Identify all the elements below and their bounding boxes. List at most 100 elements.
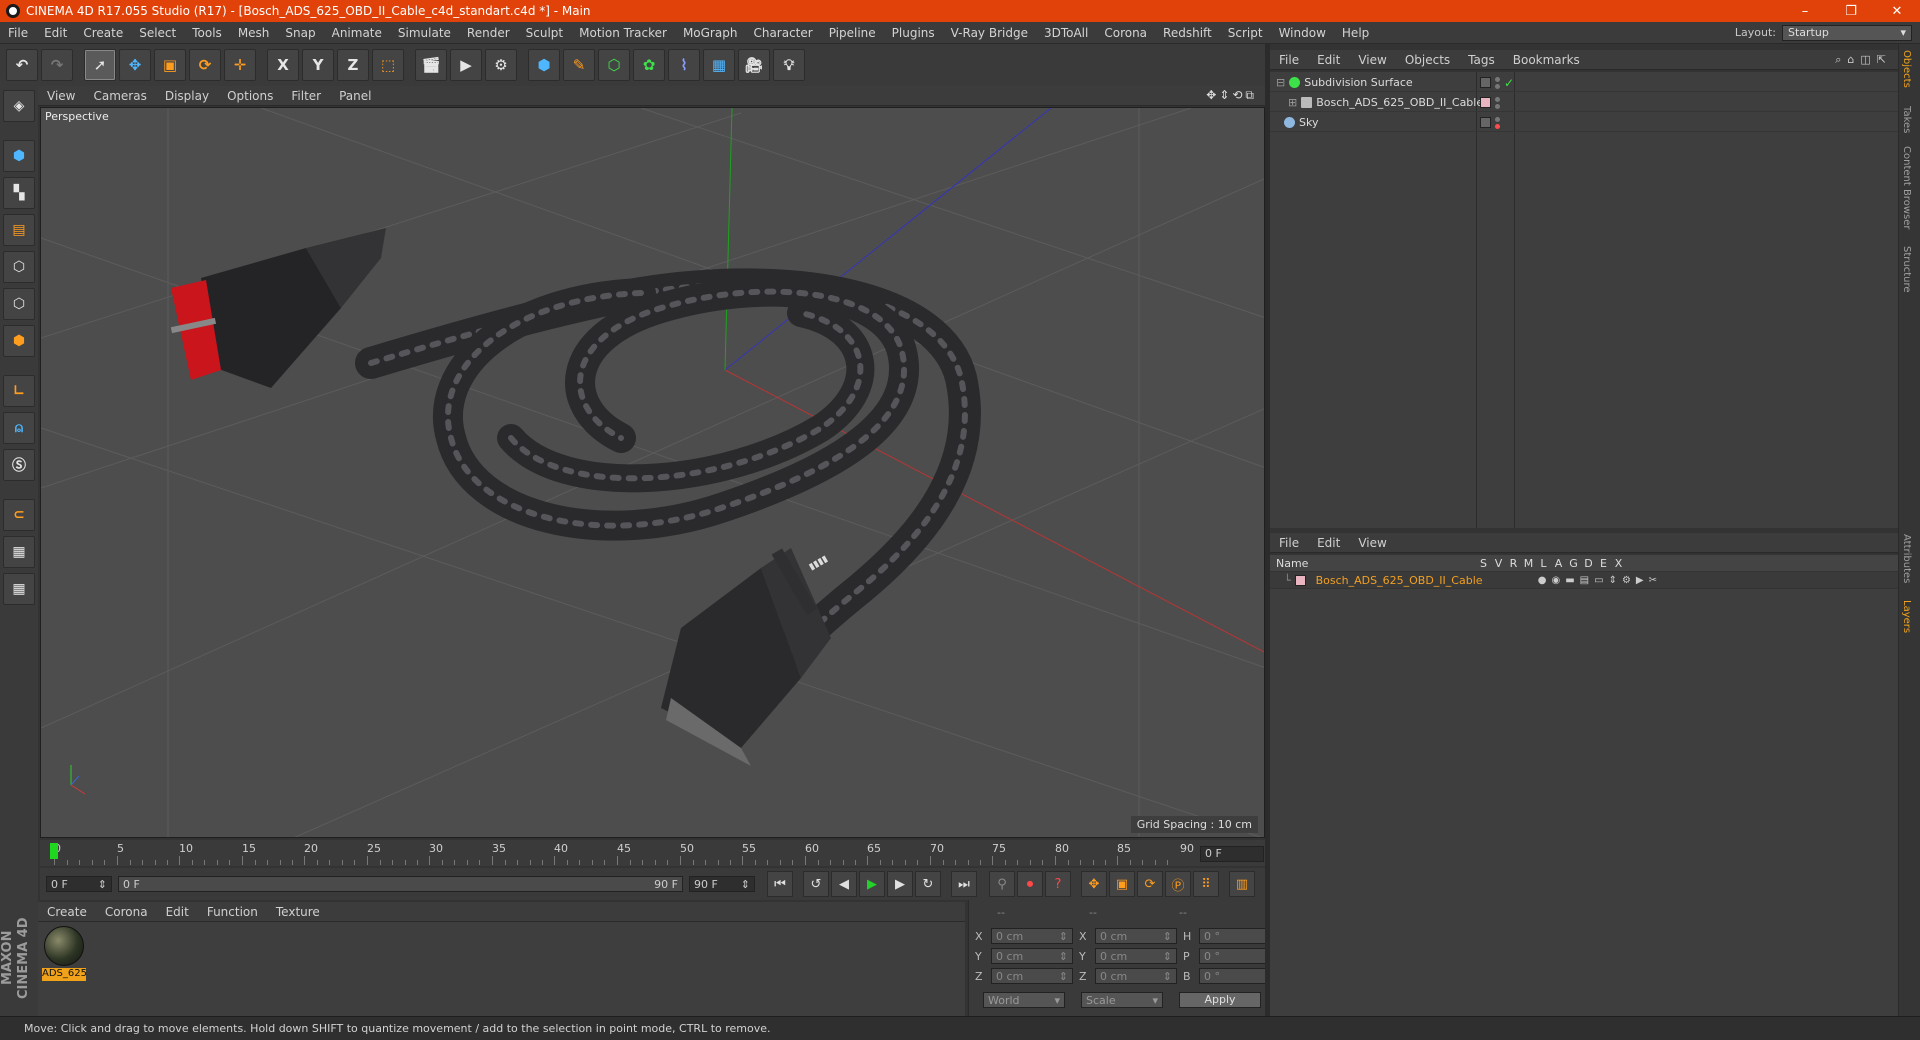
layer-col-locked[interactable]: L — [1536, 557, 1551, 570]
viewport-menu-filter[interactable]: Filter — [282, 89, 330, 103]
tab-attributes[interactable]: Attributes — [1901, 534, 1912, 583]
tab-structure[interactable]: Structure — [1901, 246, 1912, 293]
key-scale-button[interactable]: ▣ — [1109, 871, 1135, 897]
next-frame-button[interactable]: ▶︎ — [887, 871, 913, 897]
layer-col-render[interactable]: R — [1506, 557, 1521, 570]
menu-redshift[interactable]: Redshift — [1155, 26, 1220, 40]
layer-row[interactable]: └ Bosch_ADS_625_OBD_II_Cable ●◉▬▤▭⇕⚙▶✂ — [1270, 572, 1898, 588]
menu-mesh[interactable]: Mesh — [230, 26, 278, 40]
menu-file[interactable]: File — [0, 26, 36, 40]
move-tool-button[interactable]: ✥ — [119, 49, 151, 81]
play-button[interactable]: ▶︎ — [859, 871, 885, 897]
menu-edit[interactable]: Edit — [36, 26, 75, 40]
layer-color-checkbox[interactable] — [1480, 97, 1491, 108]
z-axis-lock-button[interactable]: Z — [337, 49, 369, 81]
layer-checkbox[interactable] — [1480, 77, 1491, 88]
workplane-lock-button[interactable]: ▦ — [3, 536, 35, 568]
model-mode-button[interactable]: ⬢ — [3, 140, 35, 172]
go-to-start-button[interactable]: ⏮︎ — [767, 871, 793, 897]
magnet-button[interactable]: ⊂ — [3, 499, 35, 531]
layer-checkbox[interactable] — [1480, 117, 1491, 128]
autokeying-button[interactable]: ⏺︎ — [1017, 871, 1043, 897]
menu-script[interactable]: Script — [1220, 26, 1271, 40]
polygons-mode-button[interactable]: ⬢ — [3, 325, 35, 357]
size-mode-dropdown[interactable]: Scale ▾ — [1081, 992, 1163, 1008]
viewport-menu-panel[interactable]: Panel — [330, 89, 380, 103]
menu-window[interactable]: Window — [1271, 26, 1334, 40]
render-visibility-dot[interactable] — [1495, 123, 1500, 129]
rotate-tool-button[interactable]: ⟳ — [189, 49, 221, 81]
key-rotation-button[interactable]: ⟳ — [1137, 871, 1163, 897]
menu-tools[interactable]: Tools — [184, 26, 230, 40]
make-editable-button[interactable]: ◈ — [3, 90, 35, 122]
deformer-button[interactable]: ⌇ — [668, 49, 700, 81]
previous-key-button[interactable]: ↺ — [803, 871, 829, 897]
transform-tool-button[interactable]: ✛ — [224, 49, 256, 81]
pen-spline-button[interactable]: ✎ — [563, 49, 595, 81]
material-menu-edit[interactable]: Edit — [157, 905, 198, 919]
perspective-viewport[interactable]: ▮▮▮▮ Perspective Grid Spacing : 10 cm — [40, 107, 1265, 838]
viewport-menu-options[interactable]: Options — [218, 89, 282, 103]
objects-menu-file[interactable]: File — [1270, 53, 1308, 67]
menu-vray-bridge[interactable]: V-Ray Bridge — [943, 26, 1036, 40]
layers-menu-file[interactable]: File — [1270, 536, 1308, 550]
layers-menu-edit[interactable]: Edit — [1308, 536, 1349, 550]
render-view-button[interactable]: 🎬︎ — [415, 49, 447, 81]
material-menu-create[interactable]: Create — [38, 905, 96, 919]
camera-button[interactable]: 🎥︎ — [738, 49, 770, 81]
x-axis-lock-button[interactable]: X — [267, 49, 299, 81]
object-row-sky[interactable]: Sky — [1270, 114, 1898, 132]
viewport-navigation-icons[interactable]: ✥⇕⟲⧉ — [1206, 88, 1265, 103]
menu-help[interactable]: Help — [1334, 26, 1377, 40]
layer-col-deformers[interactable]: D — [1581, 557, 1596, 570]
layer-col-expressions[interactable]: E — [1596, 557, 1611, 570]
cloner-button[interactable]: ✿ — [633, 49, 665, 81]
workplane-align-button[interactable]: ▦ — [3, 573, 35, 605]
previous-frame-button[interactable]: ◀︎ — [831, 871, 857, 897]
layer-color-swatch[interactable] — [1294, 574, 1306, 586]
menu-pipeline[interactable]: Pipeline — [821, 26, 884, 40]
object-row-subdivision-surface[interactable]: ⊟ Subdivision Surface ✓ — [1270, 74, 1898, 92]
menu-plugins[interactable]: Plugins — [884, 26, 943, 40]
object-manager-tool-icons[interactable]: ⌕⌂◫⇱ — [1835, 53, 1898, 67]
menu-select[interactable]: Select — [131, 26, 184, 40]
tab-content-browser[interactable]: Content Browser — [1901, 146, 1912, 229]
floor-button[interactable]: ▦ — [703, 49, 735, 81]
redo-button[interactable]: ↷ — [41, 49, 73, 81]
viewport-menu-display[interactable]: Display — [156, 89, 218, 103]
menu-simulate[interactable]: Simulate — [390, 26, 459, 40]
snap-button[interactable]: Ⓢ — [3, 449, 35, 481]
layer-col-view[interactable]: V — [1491, 557, 1506, 570]
enabled-check-icon[interactable]: ✓ — [1504, 76, 1514, 90]
layer-col-generators[interactable]: G — [1566, 557, 1581, 570]
key-parameter-button[interactable]: Ⓟ — [1165, 871, 1191, 897]
texture-mode-button[interactable]: ▚ — [3, 177, 35, 209]
menu-corona[interactable]: Corona — [1096, 26, 1155, 40]
coordinate-mode-dropdown[interactable]: World ▾ — [983, 992, 1065, 1008]
axis-mode-button[interactable]: ∟ — [3, 375, 35, 407]
size-z-field[interactable]: 0 cm ⇕ — [1095, 968, 1177, 984]
next-key-button[interactable]: ↻ — [915, 871, 941, 897]
timeline-playhead[interactable] — [50, 843, 58, 859]
viewport-menu-view[interactable]: View — [38, 89, 84, 103]
close-button[interactable]: ✕ — [1874, 4, 1920, 19]
layer-col-manager[interactable]: M — [1521, 557, 1536, 570]
objects-menu-tags[interactable]: Tags — [1459, 53, 1504, 67]
layout-dropdown[interactable]: Startup ▾ — [1782, 24, 1912, 41]
material-menu-function[interactable]: Function — [198, 905, 267, 919]
minimize-button[interactable]: – — [1782, 4, 1828, 19]
position-y-field[interactable]: 0 cm ⇕ — [991, 948, 1073, 964]
tab-objects[interactable]: Objects — [1901, 50, 1912, 88]
objects-menu-edit[interactable]: Edit — [1308, 53, 1349, 67]
position-z-field[interactable]: 0 cm ⇕ — [991, 968, 1073, 984]
points-mode-button[interactable]: ⬡ — [3, 251, 35, 283]
scale-tool-button[interactable]: ▣ — [154, 49, 186, 81]
apply-button[interactable]: Apply — [1179, 992, 1261, 1008]
material-menu-texture[interactable]: Texture — [267, 905, 329, 919]
menu-animate[interactable]: Animate — [324, 26, 390, 40]
objects-menu-view[interactable]: View — [1349, 53, 1395, 67]
editor-visibility-dot[interactable] — [1495, 96, 1500, 102]
undo-button[interactable]: ↶ — [6, 49, 38, 81]
edges-mode-button[interactable]: ⬡ — [3, 288, 35, 320]
viewport-menu-cameras[interactable]: Cameras — [84, 89, 155, 103]
